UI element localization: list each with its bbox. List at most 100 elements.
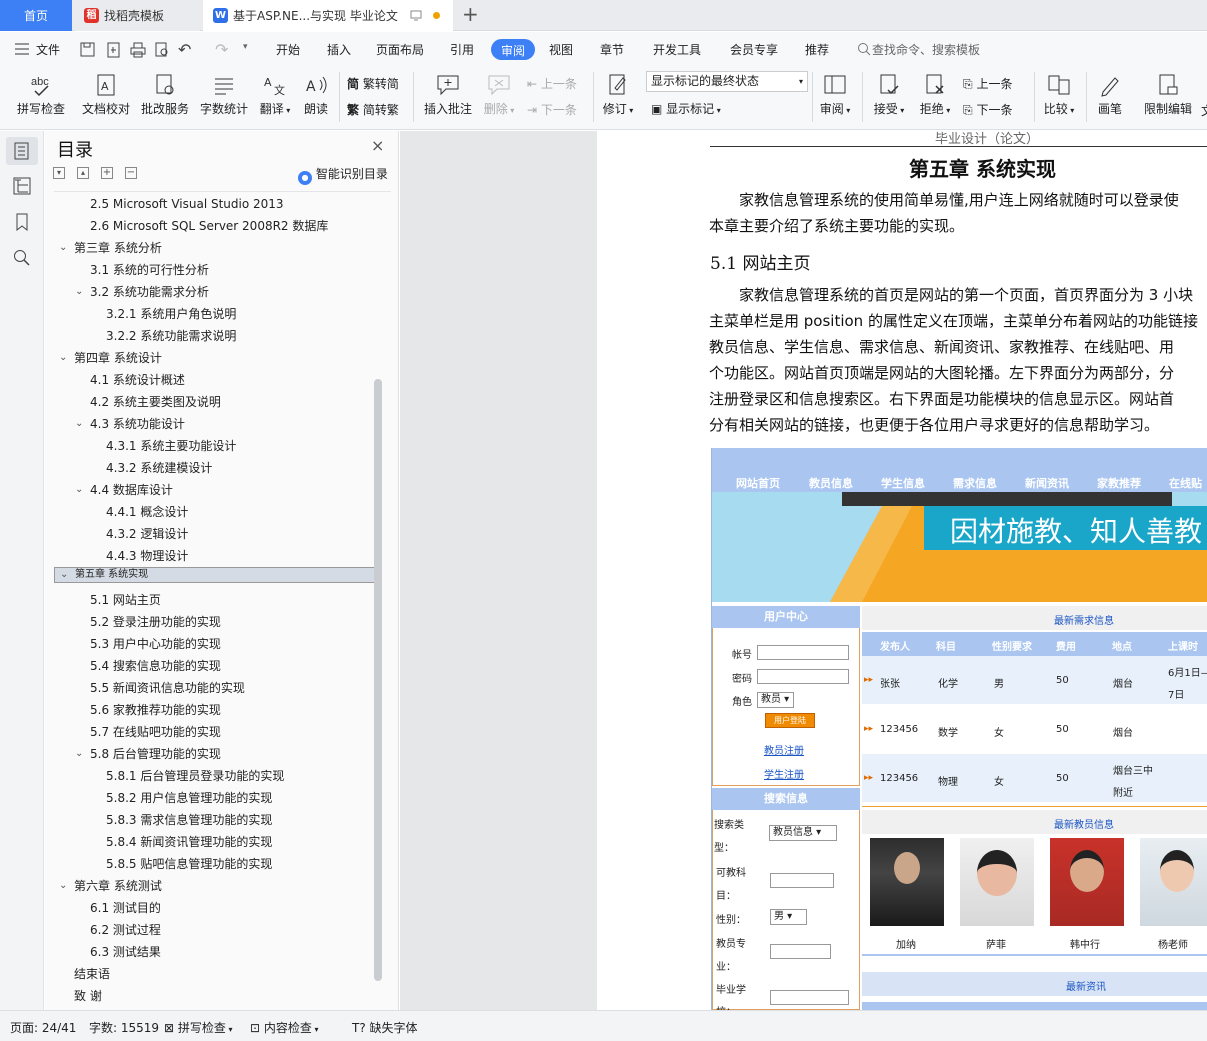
promote-icon[interactable]: + [101,167,113,179]
toc-item[interactable]: 3.2.1 系统用户角色说明 [54,303,375,325]
toc-item[interactable]: ⌄ 3.2 系统功能需求分析 [54,281,375,303]
restrict-edit-button[interactable]: 限制编辑 [1138,66,1198,130]
track-changes-button[interactable]: 修订 ▾ [598,66,638,130]
school-input[interactable] [770,990,849,1005]
menu-view[interactable]: 视图 [549,41,573,58]
toc-item[interactable]: ⌄ 第三章 系统分析 [54,237,375,259]
accept-button[interactable]: 接受 ▾ [868,66,910,130]
teacher-register-link[interactable]: 教员注册 [764,742,804,757]
export-pdf-icon[interactable] [106,42,122,58]
menu-start[interactable]: 开始 [276,41,300,58]
status-content-check[interactable]: ⊡ 内容检查 ▾ [250,1019,318,1036]
prev-comment-button[interactable]: ⇤ 上一条 [527,75,577,92]
toc-item[interactable]: ⌄ 5.8 后台管理功能的实现 [54,743,375,765]
toc-item[interactable]: ⌄ 4.4 数据库设计 [54,479,375,501]
student-register-link[interactable]: 学生注册 [764,766,804,781]
insert-comment-button[interactable]: 插入批注 [420,66,476,130]
bookmark-icon[interactable] [13,213,31,231]
ink-button[interactable]: 画笔 [1092,66,1128,130]
close-icon[interactable]: × [371,136,384,155]
document-page[interactable]: 毕业设计（论文） 第五章 系统实现 家教信息管理系统的使用简单易懂,用户连上网络… [597,131,1207,1010]
gender-select[interactable]: 男 ▾ [770,909,807,925]
role-select[interactable]: 教员 ▾ [757,692,794,708]
teacher-photo[interactable] [960,838,1034,926]
toc-item[interactable]: 6.1 测试目的 [54,897,375,919]
login-button[interactable]: 用户登陆 [765,713,815,728]
menu-chapter[interactable]: 章节 [600,41,624,58]
menu-member[interactable]: 会员专享 [730,41,778,58]
toc-item[interactable]: 5.3 用户中心功能的实现 [54,633,375,655]
toc-item[interactable]: 5.8.2 用户信息管理功能的实现 [54,787,375,809]
status-spell-check[interactable]: ⊠ 拼写检查 ▾ [164,1019,232,1036]
read-aloud-button[interactable]: A 朗读 [300,66,332,130]
next-comment-button[interactable]: ⇥ 下一条 [527,101,577,118]
collapse-all-icon[interactable]: ▾ [53,167,65,179]
toc-item[interactable]: ⌄ 第六章 系统测试 [54,875,375,897]
review-pane-button[interactable]: 审阅 ▾ [815,66,855,130]
toc-item[interactable]: 4.3.2 逻辑设计 [54,523,375,545]
toc-item[interactable]: 5.6 家教推荐功能的实现 [54,699,375,721]
toc-item[interactable]: 5.5 新闻资讯信息功能的实现 [54,677,375,699]
page-indicator[interactable]: 页面: 24/41 [10,1019,76,1036]
toc-item[interactable]: 4.4.3 物理设计 [54,545,375,567]
toc-item[interactable]: ⌄ 4.3 系统功能设计 [54,413,375,435]
tab-templates[interactable]: 稻 找稻壳模板 [74,0,200,31]
chevron-down-icon[interactable]: ⌄ [59,347,67,369]
compare-button[interactable]: 比较 ▾ [1038,66,1080,130]
table-row[interactable] [862,656,1207,704]
monitor-icon[interactable] [410,10,422,22]
toc-item[interactable]: 2.5 Microsoft Visual Studio 2013 [54,193,375,215]
undo-icon[interactable]: ↶ [178,40,191,59]
smart-toc-button[interactable]: ● 智能识别目录 [298,165,388,185]
menu-recommend[interactable]: 推荐 [805,41,829,58]
word-count-button[interactable]: 字数统计 [198,66,250,130]
status-missing-font[interactable]: T? 缺失字体 [352,1019,418,1036]
toc-item[interactable]: 5.7 在线贴吧功能的实现 [54,721,375,743]
delete-comment-button[interactable]: 删除 ▾ [480,66,518,130]
toc-item[interactable]: 5.8.5 贴吧信息管理功能的实现 [54,853,375,875]
chevron-down-icon[interactable]: ⌄ [60,568,68,582]
subject-input[interactable] [770,873,834,888]
teacher-photo[interactable] [1050,838,1124,926]
toc-item[interactable]: 5.8.3 需求信息管理功能的实现 [54,809,375,831]
teacher-photo[interactable] [870,838,944,926]
toc-item[interactable]: 4.2 系统主要类图及说明 [54,391,375,413]
menu-insert[interactable]: 插入 [327,41,351,58]
print-preview-icon[interactable] [154,42,170,58]
trad-to-simp-button[interactable]: 简 繁转简 [347,75,399,92]
toc-scrollbar[interactable] [374,379,382,981]
tab-home[interactable]: 首页 [0,0,72,31]
next-change-button[interactable]: ⎘ 下一条 [963,101,1012,118]
chevron-down-icon[interactable]: ⌄ [75,743,83,765]
chevron-down-icon[interactable]: ⌄ [59,875,67,897]
toc-item[interactable]: 5.2 登录注册功能的实现 [54,611,375,633]
menu-references[interactable]: 引用 [450,41,474,58]
toc-item[interactable]: 6.3 测试结果 [54,941,375,963]
find-icon[interactable] [13,249,31,267]
toc-item[interactable]: 4.3.2 系统建模设计 [54,457,375,479]
chevron-down-icon[interactable]: ⌄ [75,413,83,435]
toc-item[interactable]: 3.1 系统的可行性分析 [54,259,375,281]
new-tab-plus-icon[interactable]: + [462,2,479,26]
spell-check-button[interactable]: abc 拼写检查 [10,66,72,130]
toc-item[interactable]: 5.4 搜索信息功能的实现 [54,655,375,677]
translate-button[interactable]: A文 翻译 ▾ [256,66,294,130]
menu-developer[interactable]: 开发工具 [653,41,701,58]
word-count-indicator[interactable]: 字数: 15519 [89,1019,159,1036]
menu-file[interactable]: 文件 [36,41,60,58]
toc-item[interactable]: 4.4.1 概念设计 [54,501,375,523]
quick-access-chevron-icon[interactable]: ▾ [243,42,248,52]
major-input[interactable] [770,944,831,959]
demote-icon[interactable]: − [125,167,137,179]
menu-page-layout[interactable]: 页面布局 [376,41,424,58]
tab-document[interactable]: W 基于ASP.NE...与实现 毕业论文 [203,0,453,31]
outline-icon[interactable] [13,177,31,195]
simp-to-trad-button[interactable]: 繁 简转繁 [347,101,399,118]
teacher-photo[interactable] [1140,838,1207,926]
toc-item[interactable]: 结束语 [54,963,375,985]
hamburger-icon[interactable] [15,43,29,55]
markup-state-select[interactable]: 显示标记的最终状态 ▾ [646,71,808,92]
toc-item[interactable]: 3.2.2 系统功能需求说明 [54,325,375,347]
save-icon[interactable] [80,42,96,58]
prev-change-button[interactable]: ⎘ 上一条 [963,75,1012,92]
